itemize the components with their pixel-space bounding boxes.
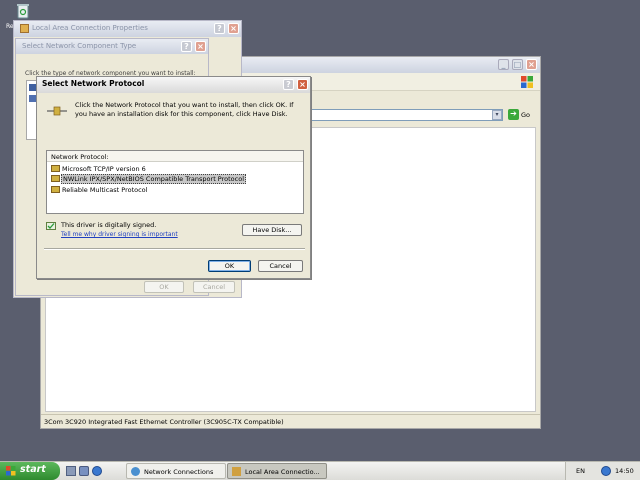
protocol-instructions: Click the Network Protocol that you want… bbox=[75, 101, 294, 118]
address-input[interactable] bbox=[309, 109, 503, 121]
language-indicator[interactable]: EN bbox=[576, 467, 585, 475]
protocol-list-header[interactable]: Network Protocol: bbox=[47, 151, 303, 162]
protocol-icon bbox=[51, 175, 60, 182]
protocol-help-button[interactable]: ? bbox=[283, 79, 294, 90]
go-arrow-icon[interactable]: ➔ bbox=[508, 109, 519, 120]
start-button[interactable]: start bbox=[0, 462, 60, 480]
have-disk-button[interactable]: Have Disk... bbox=[242, 224, 302, 236]
component-service-icon bbox=[29, 95, 36, 102]
status-bar: 3Com 3C920 Integrated Fast Ethernet Cont… bbox=[41, 414, 540, 428]
windows-logo-icon bbox=[6, 466, 16, 476]
network-connections-icon bbox=[131, 467, 140, 476]
driver-signing-link[interactable]: Tell me why driver signing is important bbox=[61, 231, 178, 238]
lac-help-button[interactable]: ? bbox=[214, 23, 225, 34]
lac-close-button[interactable]: × bbox=[228, 23, 239, 34]
signed-driver-icon bbox=[46, 222, 56, 230]
clock: 14:50 bbox=[615, 467, 634, 475]
local-area-connection-icon bbox=[232, 467, 241, 476]
windows-logo-icon bbox=[520, 75, 534, 89]
minimize-button[interactable]: _ bbox=[498, 59, 509, 70]
close-button[interactable]: × bbox=[526, 59, 537, 70]
component-type-ok-button[interactable]: OK bbox=[144, 281, 184, 293]
maximize-button[interactable]: □ bbox=[512, 59, 523, 70]
select-protocol-titlebar[interactable]: Select Network Protocol bbox=[37, 77, 310, 93]
taskbar: start Network Connections Local Area Con… bbox=[0, 461, 640, 480]
lac-properties-titlebar[interactable]: Local Area Connection Properties bbox=[14, 21, 241, 37]
lac-properties-title: Local Area Connection Properties bbox=[32, 24, 148, 32]
protocol-icon bbox=[51, 165, 60, 172]
taskbar-task-label: Network Connections bbox=[144, 467, 214, 476]
component-type-help-button[interactable]: ? bbox=[181, 41, 192, 52]
system-tray: EN 14:50 bbox=[565, 462, 640, 480]
select-protocol-title: Select Network Protocol bbox=[42, 79, 145, 88]
protocol-list-item[interactable]: Reliable Multicast Protocol bbox=[49, 185, 303, 195]
go-button-label[interactable]: Go bbox=[521, 111, 530, 119]
taskbar-task-label: Local Area Connectio... bbox=[245, 467, 320, 476]
component-type-close-button[interactable]: × bbox=[195, 41, 206, 52]
protocol-list[interactable]: Network Protocol: Microsoft TCP/IP versi… bbox=[46, 150, 304, 214]
recycle-bin-icon[interactable] bbox=[14, 2, 32, 20]
component-type-cancel-button[interactable]: Cancel bbox=[193, 281, 235, 293]
ok-button[interactable]: OK bbox=[208, 260, 251, 272]
dialog-divider bbox=[44, 248, 305, 250]
lac-network-icon bbox=[20, 23, 29, 33]
show-desktop-icon[interactable] bbox=[66, 466, 76, 476]
component-type-titlebar[interactable]: Select Network Component Type bbox=[16, 39, 208, 54]
taskbar-button-local-area-connection[interactable]: Local Area Connectio... bbox=[227, 463, 327, 479]
protocol-network-icon bbox=[46, 104, 68, 118]
protocol-list-item[interactable]: Microsoft TCP/IP version 6 bbox=[49, 164, 303, 174]
protocol-icon bbox=[51, 186, 60, 193]
network-tray-icon[interactable] bbox=[601, 466, 611, 476]
protocol-close-button[interactable]: × bbox=[297, 79, 308, 90]
component-client-icon bbox=[29, 84, 36, 91]
signed-driver-text: This driver is digitally signed. bbox=[61, 221, 157, 229]
internet-explorer-icon[interactable] bbox=[92, 466, 102, 476]
taskbar-button-network-connections[interactable]: Network Connections bbox=[126, 463, 226, 479]
address-dropdown-button[interactable]: ▾ bbox=[492, 110, 502, 120]
start-label: start bbox=[20, 464, 46, 475]
cancel-button[interactable]: Cancel bbox=[258, 260, 303, 272]
explorer-icon[interactable] bbox=[79, 466, 89, 476]
select-protocol-dialog: Select Network Protocol ? × Click the Ne… bbox=[36, 76, 311, 279]
protocol-list-item-selected[interactable]: NWLink IPX/SPX/NetBIOS Compatible Transp… bbox=[49, 174, 303, 184]
status-bar-text: 3Com 3C920 Integrated Fast Ethernet Cont… bbox=[44, 418, 284, 426]
